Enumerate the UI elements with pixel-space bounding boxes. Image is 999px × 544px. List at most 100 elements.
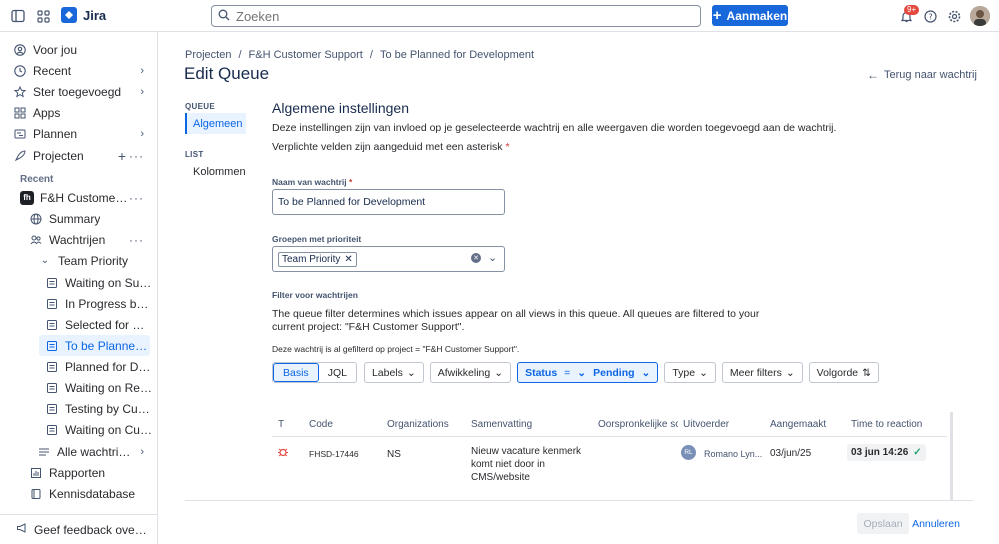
queue-name-field[interactable] (272, 189, 505, 215)
sidebar-item-for-you[interactable]: Voor jou (0, 39, 158, 60)
basis-mode-button[interactable]: Basis (273, 363, 319, 382)
priority-groups-select[interactable]: Team Priority ✕ ✕ ⌄ (272, 246, 505, 272)
jira-logo[interactable]: Jira (61, 7, 106, 23)
chart-icon (29, 466, 43, 480)
sidebar-item-reports[interactable]: Rapporten (0, 462, 158, 483)
column-header-created[interactable]: Aangemaakt (770, 419, 826, 430)
sidebar: Voor jou Recent › Ster toegevoegd › Apps… (0, 32, 158, 544)
back-label: Terug naar wachtrij (884, 69, 977, 81)
issue-summary-line[interactable]: CMS/website (471, 472, 530, 483)
search-input[interactable] (236, 8, 676, 24)
issue-created: 03/jun/25 (770, 448, 812, 459)
status-filter[interactable]: Status = ⌄ Pending ⌄ (517, 362, 659, 383)
star-icon (13, 85, 27, 99)
nav-item-general[interactable]: Algemeen (185, 113, 246, 134)
status-operator[interactable]: = (564, 367, 570, 379)
queue-icon (45, 276, 59, 290)
book-icon (29, 487, 43, 501)
breadcrumb-item[interactable]: F&H Customer Support (249, 49, 363, 61)
column-header-summary[interactable]: Samenvatting (471, 419, 532, 430)
column-header-type[interactable]: T (278, 419, 284, 430)
settings-gear-icon[interactable] (947, 9, 961, 23)
sidebar-queue-item[interactable]: Waiting on Support (0, 272, 158, 293)
clear-icon[interactable]: ✕ (471, 253, 481, 263)
chevron-down-icon[interactable]: ⌄ (38, 254, 52, 268)
queue-icon (45, 360, 59, 374)
resolution-filter[interactable]: Afwikkeling ⌄ (429, 362, 512, 383)
user-avatar[interactable] (970, 6, 990, 26)
sidebar-item-apps[interactable]: Apps (0, 102, 158, 123)
table-scrollbar[interactable] (950, 412, 953, 501)
save-button[interactable]: Opslaan (857, 513, 909, 534)
sidebar-label: Planned for Development (65, 359, 153, 374)
chevron-down-icon[interactable]: ⌄ (488, 251, 497, 264)
queue-name-input[interactable] (278, 196, 498, 208)
breadcrumb-item[interactable]: To be Planned for Development (380, 49, 534, 61)
sidebar-item-knowledge[interactable]: Kennisdatabase (0, 483, 158, 504)
sidebar-item-projects[interactable]: Projecten + ··· (0, 145, 158, 166)
column-header-code[interactable]: Code (309, 419, 333, 430)
sidebar-queue-item[interactable]: Testing by Customer (0, 398, 158, 419)
sidebar-queue-item[interactable]: Waiting on Review (0, 377, 158, 398)
sidebar-label: Waiting on Customer (65, 422, 153, 437)
column-header-time-to-reaction[interactable]: Time to reaction (851, 419, 922, 430)
nav-item-columns[interactable]: Kolommen (185, 161, 246, 182)
sidebar-queue-item[interactable]: Waiting on Customer (0, 419, 158, 440)
sidebar-queue-item[interactable]: In Progress by Support (0, 293, 158, 314)
sidebar-queue-item[interactable]: Selected for Development (0, 314, 158, 335)
cancel-button[interactable]: Annuleren (912, 513, 960, 534)
app-switcher-icon[interactable] (35, 8, 51, 24)
column-header-original-estimate[interactable]: Oorspronkelijke sc (598, 419, 678, 430)
sidebar-label: Wachtrijen (49, 232, 106, 247)
sidebar-item-all-queues[interactable]: Alle wachtrijen › (0, 441, 158, 462)
sidebar-label: In Progress by Support (65, 296, 153, 311)
assignee-name[interactable]: Romano Lyn... (704, 449, 762, 459)
sidebar-toggle-icon[interactable] (10, 8, 26, 24)
sidebar-label: Projecten (33, 148, 84, 163)
status-value[interactable]: Pending (593, 367, 634, 379)
sidebar-queue-item-active[interactable]: To be Planned for Development (39, 335, 150, 356)
type-filter[interactable]: Type ⌄ (664, 362, 716, 383)
back-to-queue-button[interactable]: ← Terug naar wachtrij (867, 68, 977, 82)
sidebar-project[interactable]: fh F&H Customer Support ··· (0, 187, 158, 208)
remove-tag-icon[interactable]: ✕ (344, 254, 352, 265)
sidebar-item-plans[interactable]: Plannen › (0, 123, 158, 144)
resolution-filter-label: Afwikkeling (437, 366, 491, 379)
breadcrumb-item[interactable]: Projecten (185, 49, 231, 61)
chevron-right-icon[interactable]: › (140, 65, 144, 77)
create-button[interactable]: + Aanmaken (712, 5, 788, 26)
status-filter-label: Status (525, 366, 558, 379)
user-circle-icon (13, 43, 27, 57)
app-name: Jira (83, 7, 107, 23)
sidebar-group-team-priority[interactable]: ⌄ Team Priority (0, 250, 158, 271)
sidebar-item-recent[interactable]: Recent › (0, 60, 158, 81)
issue-code[interactable]: FHSD-17446 (309, 449, 359, 459)
chevron-right-icon[interactable]: › (140, 128, 144, 140)
sort-order-button[interactable]: Volgorde ⇅ (808, 362, 879, 383)
sidebar-item-summary[interactable]: Summary (0, 208, 158, 229)
header-divider (272, 436, 947, 437)
project-avatar-icon: fh (20, 190, 34, 205)
search-box[interactable] (211, 5, 701, 27)
jql-mode-button[interactable]: JQL (319, 363, 356, 382)
issue-summary-line[interactable]: Nieuw vacature kenmerk (471, 446, 581, 457)
help-icon[interactable]: ? (923, 9, 937, 23)
issue-summary-line[interactable]: komt niet door in (471, 459, 545, 470)
sidebar-queue-item[interactable]: Planned for Development (0, 356, 158, 377)
queue-name-label-text: Naam van wachtrij (272, 177, 347, 187)
sidebar-item-starred[interactable]: Ster toegevoegd › (0, 81, 158, 102)
column-header-organizations[interactable]: Organizations (387, 419, 449, 430)
more-icon[interactable]: ··· (129, 191, 144, 205)
sidebar-item-queues[interactable]: Wachtrijen ··· (0, 229, 158, 250)
more-filters-button[interactable]: Meer filters ⌄ (721, 362, 803, 383)
column-header-assignee[interactable]: Uitvoerder (683, 419, 729, 430)
rocket-icon (13, 149, 27, 163)
more-icon[interactable]: ··· (129, 149, 144, 163)
feedback-link[interactable]: Geef feedback over de nieuwe navigatie (0, 514, 158, 544)
chevron-right-icon[interactable]: › (140, 86, 144, 98)
add-project-icon[interactable]: + (118, 148, 126, 164)
labels-filter[interactable]: Labels ⌄ (363, 362, 424, 383)
more-icon[interactable]: ··· (129, 233, 144, 247)
chevron-right-icon[interactable]: › (140, 446, 144, 458)
breadcrumb-separator: / (369, 49, 373, 61)
